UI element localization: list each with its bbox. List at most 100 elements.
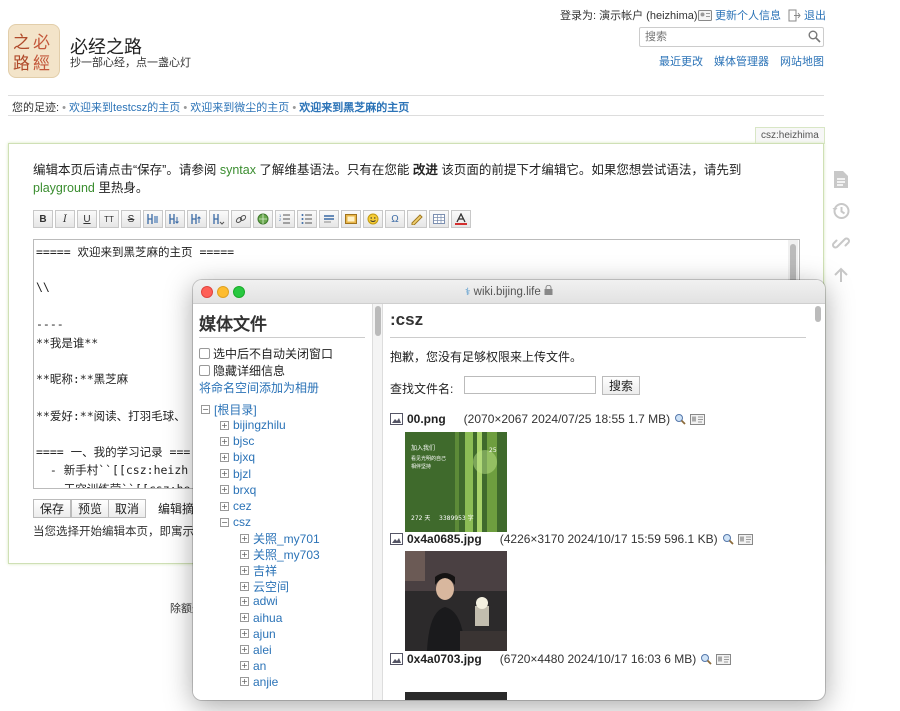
file-list-scrollbar[interactable] <box>813 304 823 700</box>
heading-menu-icon[interactable] <box>209 210 229 228</box>
tree-namespace-item[interactable]: + adwi <box>240 594 278 608</box>
filename-search-input[interactable] <box>464 376 596 394</box>
add-namespace-gallery-link[interactable]: 将命名空间添加为相册 <box>199 379 319 396</box>
media-details-icon[interactable] <box>716 653 732 665</box>
magnify-icon[interactable] <box>700 653 712 665</box>
media-file-row[interactable]: 00.png (2070×2067 2024/07/25 18:55 1.7 MB… <box>390 412 706 426</box>
expand-icon[interactable]: + <box>240 582 249 592</box>
heading-lower-icon[interactable] <box>165 210 185 228</box>
media-details-icon[interactable] <box>690 413 706 425</box>
tree-namespace-item[interactable]: + 吉祥 <box>240 562 277 579</box>
insert-signature-icon[interactable] <box>407 210 427 228</box>
expand-icon[interactable]: + <box>220 452 229 462</box>
logout-link[interactable]: 退出 <box>788 7 826 23</box>
file-name[interactable]: 0x4a0685.jpg <box>407 532 482 546</box>
sitemap-link[interactable]: 网站地图 <box>780 53 824 69</box>
preview-button[interactable]: 预览 <box>71 499 110 518</box>
media-manager-link[interactable]: 媒体管理器 <box>714 53 769 69</box>
table-icon[interactable] <box>429 210 449 228</box>
expand-icon[interactable]: + <box>220 485 229 495</box>
underline-icon[interactable]: U <box>77 210 97 228</box>
file-thumbnail[interactable]: 加入我们 看见光明的自己 相伴坚持 25 272 天 3389953 字 <box>405 432 507 532</box>
expand-icon[interactable]: + <box>220 436 229 446</box>
tree-namespace-item[interactable]: + bjzl <box>220 467 251 481</box>
expand-icon[interactable]: + <box>240 677 249 687</box>
tree-namespace-item[interactable]: + alei <box>240 643 272 657</box>
keep-open-option[interactable]: 选中后不自动关闭窗口 <box>199 345 333 362</box>
search-icon[interactable] <box>808 30 821 43</box>
logout-label[interactable]: 退出 <box>804 7 826 23</box>
syntax-link[interactable]: syntax <box>220 163 256 177</box>
unordered-list-icon[interactable] <box>297 210 317 228</box>
file-thumbnail[interactable] <box>405 551 507 651</box>
italic-icon[interactable]: I <box>55 210 75 228</box>
smiley-icon[interactable] <box>363 210 383 228</box>
tree-namespace-item[interactable]: + 关照_my701 <box>240 530 320 547</box>
tree-label[interactable]: anjie <box>253 675 278 689</box>
cancel-button[interactable]: 取消 <box>108 499 147 518</box>
media-file-row[interactable]: 0x4a0685.jpg (4226×3170 2024/10/17 15:59 … <box>390 532 753 546</box>
tree-label[interactable]: bjxq <box>233 450 255 464</box>
tree-label[interactable]: alei <box>253 643 272 657</box>
heading-same-icon[interactable] <box>143 210 163 228</box>
tree-label[interactable]: [根目录] <box>214 401 257 418</box>
special-chars-icon[interactable]: Ω <box>385 210 405 228</box>
expand-icon[interactable]: + <box>240 534 249 543</box>
tree-label[interactable]: adwi <box>253 594 278 608</box>
update-profile-label[interactable]: 更新个人信息 <box>715 7 781 23</box>
tree-root[interactable]: − [根目录] <box>201 401 257 418</box>
breadcrumb-item[interactable]: 欢迎来到微尘的主页 <box>190 102 289 114</box>
update-profile-link[interactable]: 更新个人信息 <box>698 7 781 23</box>
tree-label[interactable]: ajun <box>253 627 276 641</box>
revisions-icon[interactable] <box>830 200 852 222</box>
tree-namespace-item[interactable]: + bjsc <box>220 434 254 448</box>
playground-link[interactable]: playground <box>33 181 95 195</box>
expand-icon[interactable]: + <box>240 613 249 622</box>
tree-label[interactable]: 关照_my703 <box>253 546 320 563</box>
link-icon[interactable] <box>231 210 251 228</box>
tree-label[interactable]: brxq <box>233 483 256 497</box>
tree-label[interactable]: bjsc <box>233 434 254 448</box>
tree-label[interactable]: an <box>253 659 266 673</box>
tree-namespace-item[interactable]: + 云空间 <box>240 578 289 595</box>
pane-scrollbar[interactable] <box>373 304 383 700</box>
tree-label[interactable]: bijingzhilu <box>233 418 286 432</box>
breadcrumb-item[interactable]: 欢迎来到testcsz的主页 <box>69 102 180 114</box>
breadcrumb-current[interactable]: 欢迎来到黑芝麻的主页 <box>299 102 409 114</box>
monospace-icon[interactable]: TT <box>99 210 119 228</box>
tree-namespace-item[interactable]: + 关照_my703 <box>240 546 320 563</box>
save-button[interactable]: 保存 <box>33 499 72 518</box>
tree-label[interactable]: bjzl <box>233 467 251 481</box>
media-file-row[interactable]: 0x4a0703.jpg (6720×4480 2024/10/17 16:03 … <box>390 652 732 666</box>
ordered-list-icon[interactable]: 12 <box>275 210 295 228</box>
tree-namespace-item[interactable]: + aihua <box>240 611 282 625</box>
search-input[interactable] <box>639 27 824 47</box>
external-link-icon[interactable] <box>253 210 273 228</box>
tree-label[interactable]: 关照_my701 <box>253 530 320 547</box>
hide-details-checkbox[interactable] <box>199 365 210 376</box>
tree-label[interactable]: aihua <box>253 611 282 625</box>
expand-icon[interactable]: + <box>240 596 249 606</box>
horizontal-rule-icon[interactable] <box>319 210 339 228</box>
expand-icon[interactable]: + <box>220 420 229 430</box>
expand-icon[interactable]: + <box>220 469 229 479</box>
hide-details-option[interactable]: 隐藏详细信息 <box>199 362 285 379</box>
magnify-icon[interactable] <box>674 413 686 425</box>
expand-icon[interactable]: + <box>240 566 249 576</box>
tree-namespace-item[interactable]: + ajun <box>240 627 276 641</box>
tree-label[interactable]: cez <box>233 499 252 513</box>
tree-label[interactable]: 云空间 <box>253 578 289 595</box>
media-details-icon[interactable] <box>737 533 753 545</box>
back-to-top-icon[interactable] <box>830 264 852 286</box>
image-icon[interactable] <box>341 210 361 228</box>
file-search-button[interactable]: 搜索 <box>602 376 641 395</box>
tree-namespace-item[interactable]: − csz <box>220 515 251 529</box>
expand-icon[interactable]: + <box>240 550 249 560</box>
font-color-icon[interactable] <box>451 210 471 228</box>
tree-namespace-item[interactable]: + cez <box>220 499 252 513</box>
magnify-icon[interactable] <box>722 533 734 545</box>
tree-namespace-item[interactable]: + anjie <box>240 675 278 689</box>
expand-icon[interactable]: + <box>240 661 249 671</box>
tree-label[interactable]: 吉祥 <box>253 562 277 579</box>
tree-namespace-item[interactable]: + brxq <box>220 483 256 497</box>
